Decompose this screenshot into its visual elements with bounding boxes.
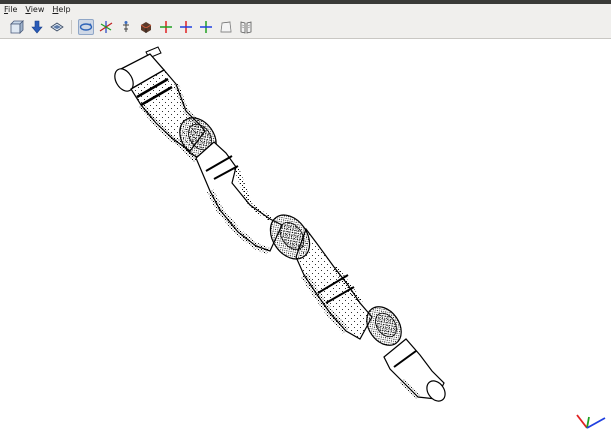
toolbar: [0, 16, 611, 39]
menu-file-label: ile: [8, 5, 18, 14]
view-axis-z-button[interactable]: [198, 19, 214, 35]
download-button[interactable]: [29, 19, 45, 35]
arm-link-middle-2: [295, 227, 373, 340]
transform-button[interactable]: [118, 19, 134, 35]
book-button[interactable]: [238, 19, 254, 35]
solid-shading-icon: [140, 22, 152, 33]
download-icon: [31, 20, 43, 34]
view-axis-z-icon: [200, 21, 212, 33]
3d-viewport[interactable]: [0, 39, 611, 448]
menubar: File View Help: [0, 4, 611, 16]
axis-z-arrow: [586, 417, 606, 429]
arm-link-lower: [383, 338, 446, 402]
view-axis-y-icon: [180, 21, 192, 33]
axes-snap-icon: [99, 21, 113, 33]
rotate-view-icon: [79, 23, 93, 31]
open-file-icon: [10, 20, 24, 34]
view-axis-x-icon: [160, 21, 172, 33]
open-file-button[interactable]: [9, 19, 25, 35]
view-axis-y-button[interactable]: [178, 19, 194, 35]
arm-link-middle-1: [195, 141, 283, 255]
layers-icon: [50, 22, 64, 32]
menu-view[interactable]: View: [21, 4, 48, 16]
axes-snap-button[interactable]: [98, 19, 114, 35]
toolbar-separator: [71, 20, 72, 34]
perspective-icon: [220, 21, 232, 33]
axis-x-arrow: [576, 414, 588, 429]
menu-file[interactable]: File: [0, 4, 21, 16]
menu-help-label: elp: [58, 5, 71, 14]
rotate-view-button[interactable]: [78, 19, 94, 35]
transform-icon: [123, 21, 129, 32]
view-axis-x-button[interactable]: [158, 19, 174, 35]
menu-help[interactable]: Help: [48, 4, 74, 16]
perspective-button[interactable]: [218, 19, 234, 35]
book-icon: [240, 21, 252, 34]
axis-gizmo: [576, 414, 606, 429]
solid-shading-button[interactable]: [138, 19, 154, 35]
menu-view-label: iew: [30, 5, 45, 14]
layers-button[interactable]: [49, 19, 65, 35]
robot-arm-model: [114, 46, 606, 429]
